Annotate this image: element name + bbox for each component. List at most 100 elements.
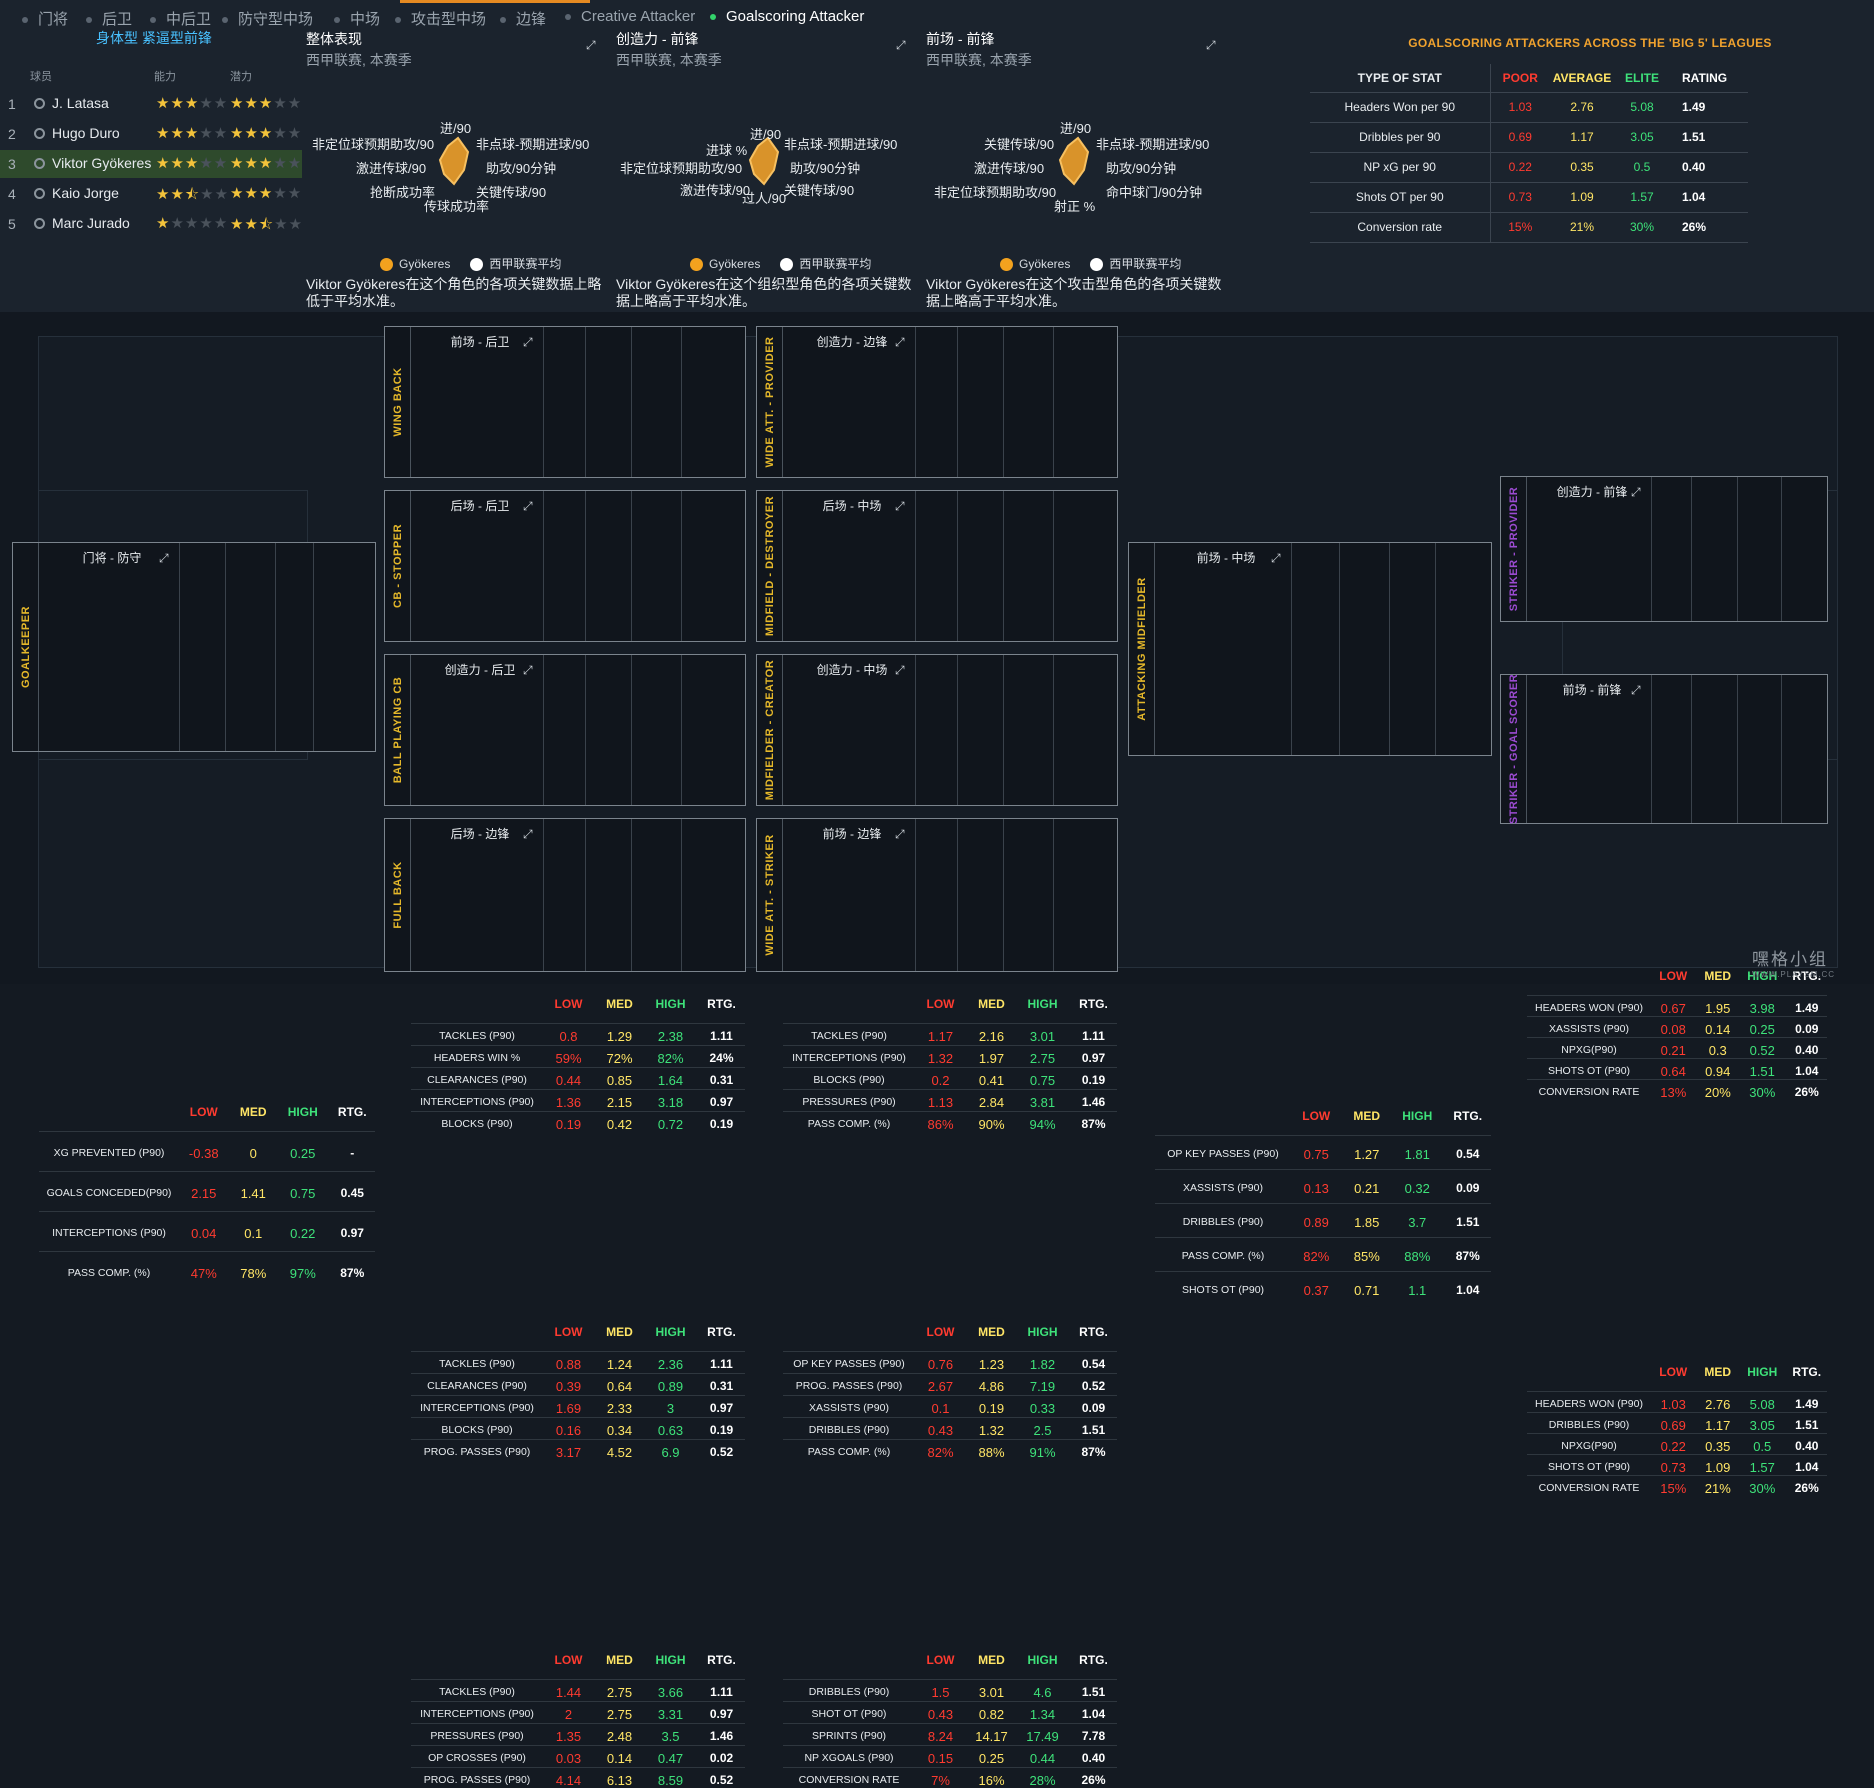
player-row[interactable]: 1 J. Latasa ★★★★★ ★★★★★ [0,90,302,118]
expand-icon[interactable]: ⤢ [523,335,533,350]
nav-tab[interactable]: Goalscoring Attacker [710,8,864,25]
nav-tab[interactable]: 中后卫 [150,8,211,29]
card-stat-label: PRESSURES (P90) [430,1730,524,1742]
player-row[interactable]: 4 Kaio Jorge ★★⯪★★ ★★★★★ [0,180,302,208]
expand-icon[interactable]: ⤢ [1631,485,1641,500]
nav-tab[interactable]: 边锋 [500,8,546,29]
card-stat-value: 1.85 [1354,1215,1380,1230]
card-stat-label: SHOTS OT (P90) [1547,1460,1631,1473]
card-header: LOW [926,1325,955,1339]
card-stat-value: 3.5 [661,1729,680,1744]
big5-cell: 0.35 [1550,152,1614,183]
expand-icon[interactable]: ⤢ [896,38,908,52]
nav-tab[interactable]: 防守型中场 [222,8,313,29]
card-column-divider [1291,543,1292,755]
card-header: HIGH [1027,1653,1058,1667]
card-header: RTG. [1079,1325,1108,1339]
card-row-divider [39,1211,375,1212]
card-column-divider [915,819,916,971]
nav-dot-icon [395,17,401,24]
card-stat-value: 0.14 [606,1751,633,1766]
card-row-divider [1155,1169,1491,1170]
card-header: LOW [554,1325,583,1339]
role-card-bpcb: BALL PLAYING CB 创造力 - 后卫 ⤢ LOW MED HIGH RTG. TA… [384,654,746,1460]
card-stat-label: NP XGOALS (P90) [804,1752,894,1764]
card-stat-label: HEADERS WON (P90) [1535,1397,1643,1410]
card-stat-value: 87% [1081,1445,1106,1459]
card-header: LOW [189,1105,218,1119]
card-header: LOW [926,1653,955,1667]
nav-tab[interactable]: 攻击型中场 [395,8,486,29]
nav-tab[interactable]: Creative Attacker [565,8,695,25]
card-header: MED [978,997,1005,1011]
player-row[interactable]: 3 Viktor Gyökeres ★★★★★ ★★★★★ [0,150,302,178]
card-stat-value: 91% [1029,1445,1056,1460]
card-header: HIGH [655,1653,686,1667]
card-stat-label: PASS COMP. (%) [807,1118,891,1130]
card-column-divider [543,819,544,971]
card-stat-value: 26% [1794,1480,1819,1495]
radar-axis-label: 进/90 [440,121,472,136]
card-stat-value: 4.14 [555,1773,582,1788]
expand-icon[interactable]: ⤢ [895,827,905,842]
card-row-divider [411,1089,745,1090]
card-side-label: WING BACK [385,327,411,477]
nav-tab-label: 门将 [38,11,69,28]
card-stat-label: OP KEY PASSES (P90) [793,1358,905,1370]
card-row-divider [783,1373,1117,1374]
legend-player-dot-icon [380,258,393,272]
big5-cell: 2.76 [1550,92,1614,123]
player-row[interactable]: 5 Marc Jurado ★★★★★ ★★⯪★★ [0,210,302,238]
player-list-header: 潜力 [230,71,252,83]
expand-icon[interactable]: ⤢ [586,38,598,52]
expand-icon[interactable]: ⤢ [895,663,905,678]
card-stat-value: 1.81 [1404,1147,1430,1162]
card-stat-label: INTERCEPTIONS (P90) [420,1096,534,1108]
card-header: RTG. [1792,1365,1822,1379]
player-row[interactable]: 2 Hugo Duro ★★★★★ ★★★★★ [0,120,302,148]
expand-icon[interactable]: ⤢ [1206,38,1218,52]
big5-cell: 1.04 [1670,182,1748,213]
card-column-divider [681,327,682,477]
card-stat-value: 0.97 [709,1707,734,1721]
legend-player-dot-icon [690,258,703,272]
card-stat-value: 0.25 [290,1146,316,1161]
role-card-mdd: MIDFIELD - DESTROYER 后场 - 中场 ⤢ LOW MED HIGH RT… [756,490,1118,1132]
big5-cell: Dribbles per 90 [1310,122,1490,153]
radar-polygon [748,136,780,186]
card-side-label: STRIKER - PROVIDER [1501,477,1527,621]
nav-tab[interactable]: 门将 [22,8,68,29]
nav-tab[interactable]: 后卫 [86,8,132,29]
card-stat-value: 0.41 [978,1073,1005,1088]
expand-icon[interactable]: ⤢ [159,551,169,566]
card-stat-label: BLOCKS (P90) [441,1118,513,1130]
nav-tab[interactable]: 中场 [334,8,380,29]
expand-icon[interactable]: ⤢ [895,499,905,514]
card-stat-value: 6.13 [606,1773,633,1788]
expand-icon[interactable]: ⤢ [895,335,905,350]
radar-axis-label: 助攻/90分钟 [1106,161,1177,176]
card-role-name: MIDFIELD - DESTROYER [763,495,776,637]
card-header: MED [1353,1109,1381,1123]
card-stat-value: 0.94 [1705,1063,1731,1079]
expand-icon[interactable]: ⤢ [1271,551,1281,566]
card-column-divider [1651,477,1652,621]
ability-stars-icon: ★★★★★ [156,95,229,112]
card-stat-value: 0.3 [1708,1042,1727,1058]
big5-header: ELITE [1614,64,1670,93]
radar-axis-label: 射正 % [1054,199,1096,214]
expand-icon[interactable]: ⤢ [523,663,533,678]
card-column-divider [543,655,544,805]
role-card-wap: WIDE ATT. - PROVIDER创造力 - 边锋⤢LOWMEDHIGHR… [756,326,1118,804]
expand-icon[interactable]: ⤢ [523,499,533,514]
card-stat-label: TACKLES (P90) [811,1030,887,1042]
card-stat-value: 0.73 [1660,1459,1686,1475]
radar-axis-label: 非点球-预期进球/90 [784,137,898,152]
expand-icon[interactable]: ⤢ [523,827,533,842]
card-stat-value: 0.02 [709,1751,734,1765]
card-stat-label: PRESSURES (P90) [802,1096,896,1108]
big5-cell: 1.51 [1670,122,1748,153]
card-stat-value: 1.44 [555,1685,582,1700]
card-stat-value: 0.85 [606,1073,633,1088]
expand-icon[interactable]: ⤢ [1631,683,1641,698]
